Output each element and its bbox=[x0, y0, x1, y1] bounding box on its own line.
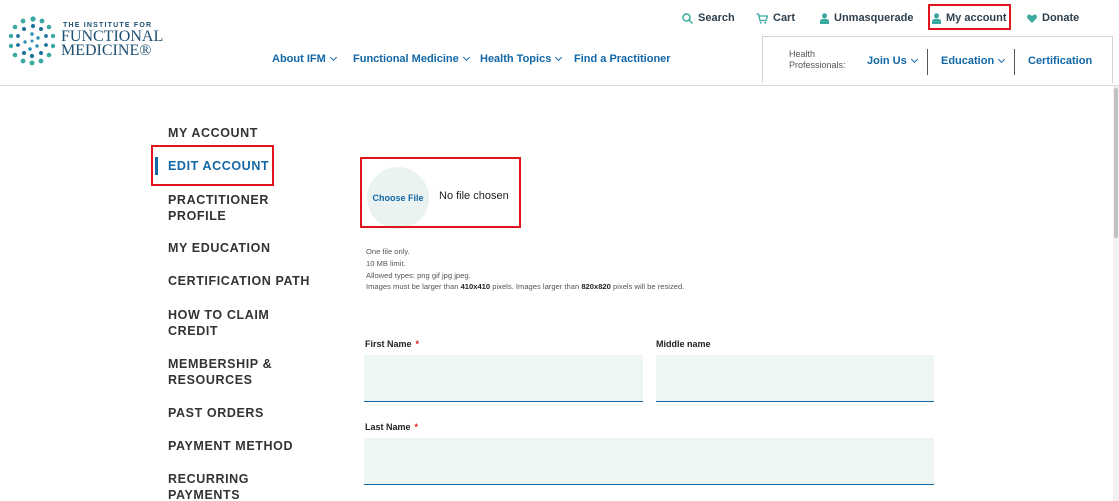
last-name-field[interactable] bbox=[364, 438, 934, 485]
nav-functional-medicine[interactable]: Functional Medicine bbox=[353, 53, 470, 65]
cart-link[interactable]: Cart bbox=[756, 10, 795, 26]
help-line: Images must be larger than 410x410 pixel… bbox=[366, 281, 684, 293]
sidebar-item-how-to-claim-credit[interactable]: HOW TO CLAIM CREDIT bbox=[168, 307, 278, 339]
sidebar-item-my-education[interactable]: MY EDUCATION bbox=[168, 240, 318, 256]
chevron-down-icon bbox=[910, 55, 918, 64]
nav-about-ifm[interactable]: About IFM bbox=[272, 53, 337, 65]
sidebar-item-membership-resources[interactable]: MEMBERSHIP & RESOURCES bbox=[168, 356, 278, 388]
search-icon bbox=[682, 12, 693, 24]
chevron-down-icon bbox=[998, 55, 1006, 64]
first-name-field[interactable] bbox=[364, 355, 643, 402]
nav-about-ifm-label: About IFM bbox=[272, 53, 326, 65]
heart-icon bbox=[1027, 14, 1037, 23]
health-professionals-label-line2: Professionals: bbox=[789, 60, 846, 70]
required-mark: * bbox=[415, 339, 420, 349]
sidebar-item-my-account[interactable]: MY ACCOUNT bbox=[168, 125, 318, 141]
search-label: Search bbox=[698, 12, 735, 24]
nav-divider bbox=[1014, 49, 1015, 75]
health-professionals-label-line1: Health bbox=[789, 49, 816, 59]
search-link[interactable]: Search bbox=[682, 10, 735, 26]
help-line: One file only. bbox=[366, 247, 410, 256]
middle-name-field[interactable] bbox=[656, 355, 934, 402]
health-professionals-label: Health Professionals: bbox=[789, 49, 846, 71]
unmasquerade-label: Unmasquerade bbox=[834, 12, 914, 24]
sidebar-item-payment-method[interactable]: PAYMENT METHOD bbox=[168, 438, 318, 454]
first-name-label: First Name * bbox=[365, 339, 419, 349]
chevron-down-icon bbox=[462, 53, 470, 62]
edit-account-highlight bbox=[151, 145, 274, 186]
sidebar-item-certification-path[interactable]: CERTIFICATION PATH bbox=[168, 273, 328, 289]
nav-health-topics-label: Health Topics bbox=[480, 53, 552, 65]
help-text: pixels will be resized. bbox=[610, 282, 685, 292]
scrollbar-thumb[interactable] bbox=[1114, 88, 1118, 238]
site-header: THE INSTITUTE FOR FUNCTIONAL MEDICINE® S… bbox=[0, 0, 1119, 86]
middle-name-label: Middle name bbox=[656, 339, 711, 349]
nav-health-topics[interactable]: Health Topics bbox=[480, 53, 563, 65]
help-line: 10 MB limit. bbox=[366, 258, 406, 268]
help-text: pixels. Images larger than bbox=[490, 282, 582, 292]
cart-label: Cart bbox=[773, 12, 796, 24]
file-upload-highlight bbox=[360, 157, 521, 228]
required-mark: * bbox=[414, 422, 419, 432]
nav-certification-label: Certification bbox=[1028, 55, 1093, 67]
nav-join-us-label: Join Us bbox=[867, 55, 907, 67]
first-name-label-text: First Name bbox=[365, 339, 412, 349]
chevron-down-icon bbox=[329, 53, 337, 62]
nav-find-a-practitioner[interactable]: Find a Practitioner bbox=[574, 53, 671, 65]
file-upload-help: One file only. 10 MB limit. Allowed type… bbox=[366, 246, 684, 293]
sidebar-item-recurring-payments[interactable]: RECURRING PAYMENTS bbox=[168, 471, 278, 501]
nav-education-label: Education bbox=[941, 55, 995, 67]
user-icon bbox=[820, 12, 829, 24]
nav-find-a-practitioner-label: Find a Practitioner bbox=[574, 53, 671, 65]
min-size: 410x410 bbox=[460, 282, 491, 292]
sidebar-item-practitioner-profile[interactable]: PRACTITIONER PROFILE bbox=[168, 192, 278, 224]
nav-certification[interactable]: Certification bbox=[1028, 55, 1092, 67]
health-professionals-nav: Health Professionals: Join Us Education … bbox=[762, 36, 1113, 83]
max-size: 820x820 bbox=[581, 282, 611, 292]
last-name-label: Last Name * bbox=[365, 422, 418, 432]
site-logo[interactable]: THE INSTITUTE FOR FUNCTIONAL MEDICINE® bbox=[6, 15, 176, 67]
sidebar-item-past-orders[interactable]: PAST ORDERS bbox=[168, 405, 318, 421]
unmasquerade-link[interactable]: Unmasquerade bbox=[820, 10, 913, 26]
my-account-highlight bbox=[928, 4, 1011, 30]
help-line: Allowed types: png gif jpg jpeg. bbox=[366, 270, 471, 280]
help-text: Images must be larger than bbox=[366, 282, 461, 292]
nav-education[interactable]: Education bbox=[941, 55, 1006, 67]
cart-icon bbox=[756, 12, 768, 24]
last-name-label-text: Last Name bbox=[365, 422, 411, 432]
nav-divider bbox=[927, 49, 928, 75]
donate-label: Donate bbox=[1042, 12, 1080, 24]
chevron-down-icon bbox=[555, 53, 563, 62]
nav-join-us[interactable]: Join Us bbox=[867, 55, 918, 67]
middle-name-label-text: Middle name bbox=[656, 339, 711, 349]
nav-functional-medicine-label: Functional Medicine bbox=[353, 53, 459, 65]
logo-text-line3: MEDICINE® bbox=[61, 42, 152, 59]
donate-link[interactable]: Donate bbox=[1027, 10, 1079, 26]
logo-mark-icon bbox=[8, 16, 56, 66]
